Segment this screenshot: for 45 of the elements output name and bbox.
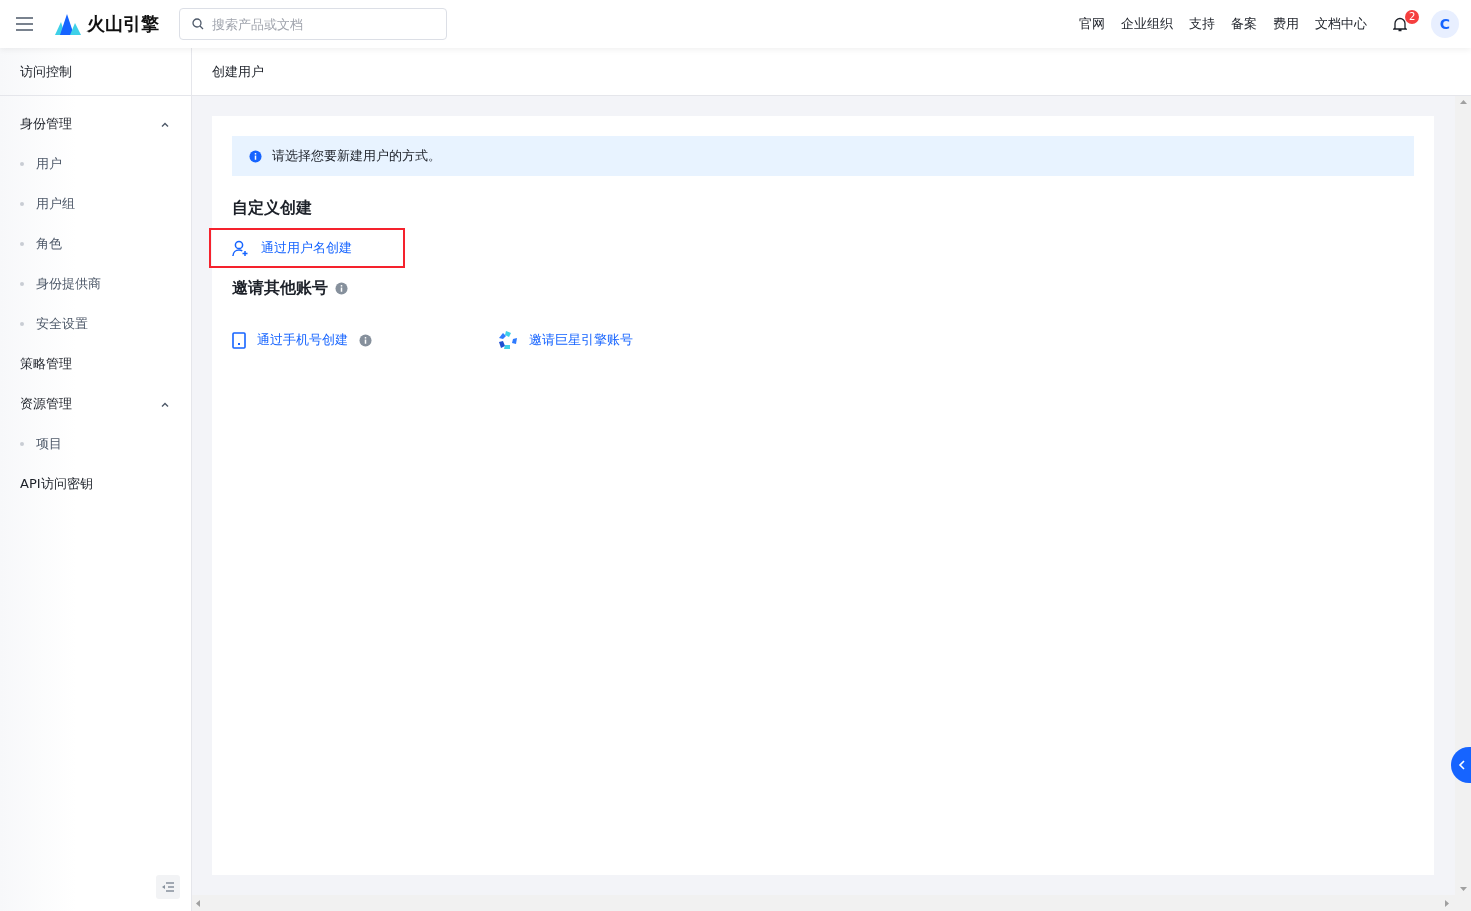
info-icon	[249, 149, 262, 163]
nav-link[interactable]: 官网	[1079, 15, 1105, 33]
sidebar-subitem[interactable]: 用户	[0, 144, 191, 184]
user-avatar[interactable]: C	[1431, 10, 1459, 38]
nav-link[interactable]: 费用	[1273, 15, 1299, 33]
nav-link[interactable]: 企业组织	[1121, 15, 1173, 33]
create-option-link[interactable]: 通过用户名创建	[261, 239, 352, 257]
sidebar-title: 访问控制	[0, 48, 191, 96]
section-title: 邀请其他账号	[232, 277, 328, 299]
alert-text: 请选择您要新建用户的方式。	[272, 147, 441, 165]
swirl-logo-icon	[498, 330, 518, 350]
nav-link[interactable]: 文档中心	[1315, 15, 1367, 33]
user-add-icon	[232, 239, 250, 257]
notification-badge: 2	[1405, 9, 1420, 24]
phone-icon	[232, 331, 246, 349]
section-title: 自定义创建	[232, 197, 312, 219]
sidebar-subitem[interactable]: 用户组	[0, 184, 191, 224]
sidebar-subitem[interactable]: 安全设置	[0, 304, 191, 344]
menu-icon[interactable]	[16, 17, 33, 31]
collapse-sidebar-button[interactable]	[156, 875, 180, 899]
scroll-right-icon[interactable]	[1445, 899, 1449, 907]
sidebar-subitem[interactable]: 角色	[0, 224, 191, 264]
bell-icon[interactable]	[1393, 16, 1407, 32]
search-icon	[192, 18, 204, 30]
page-title: 创建用户	[192, 48, 1471, 96]
create-option-link[interactable]: 邀请巨星引擎账号	[529, 331, 633, 349]
vertical-scrollbar[interactable]	[1455, 96, 1471, 895]
sidebar-item[interactable]: API访问密钥	[0, 464, 191, 504]
sidebar-subitem[interactable]: 项目	[0, 424, 191, 464]
scroll-down-icon[interactable]	[1459, 887, 1467, 891]
mountain-logo-icon	[55, 13, 81, 35]
logo-text: 火山引擎	[87, 12, 159, 36]
nav-link[interactable]: 备案	[1231, 15, 1257, 33]
create-option-link[interactable]: 通过手机号创建	[257, 331, 348, 349]
sidebar-subitem[interactable]: 身份提供商	[0, 264, 191, 304]
indent-icon	[162, 882, 174, 892]
nav-link[interactable]: 支持	[1189, 15, 1215, 33]
scroll-left-icon[interactable]	[196, 899, 200, 907]
scroll-up-icon[interactable]	[1459, 100, 1467, 104]
sidebar-item[interactable]: 资源管理	[0, 384, 191, 424]
chevron-left-icon	[1458, 760, 1465, 770]
search-field[interactable]: 搜索产品或文档	[179, 8, 447, 40]
horizontal-scrollbar[interactable]	[192, 895, 1471, 911]
sidebar-item[interactable]: 策略管理	[0, 344, 191, 384]
sidebar-item[interactable]: 身份管理	[0, 104, 191, 144]
